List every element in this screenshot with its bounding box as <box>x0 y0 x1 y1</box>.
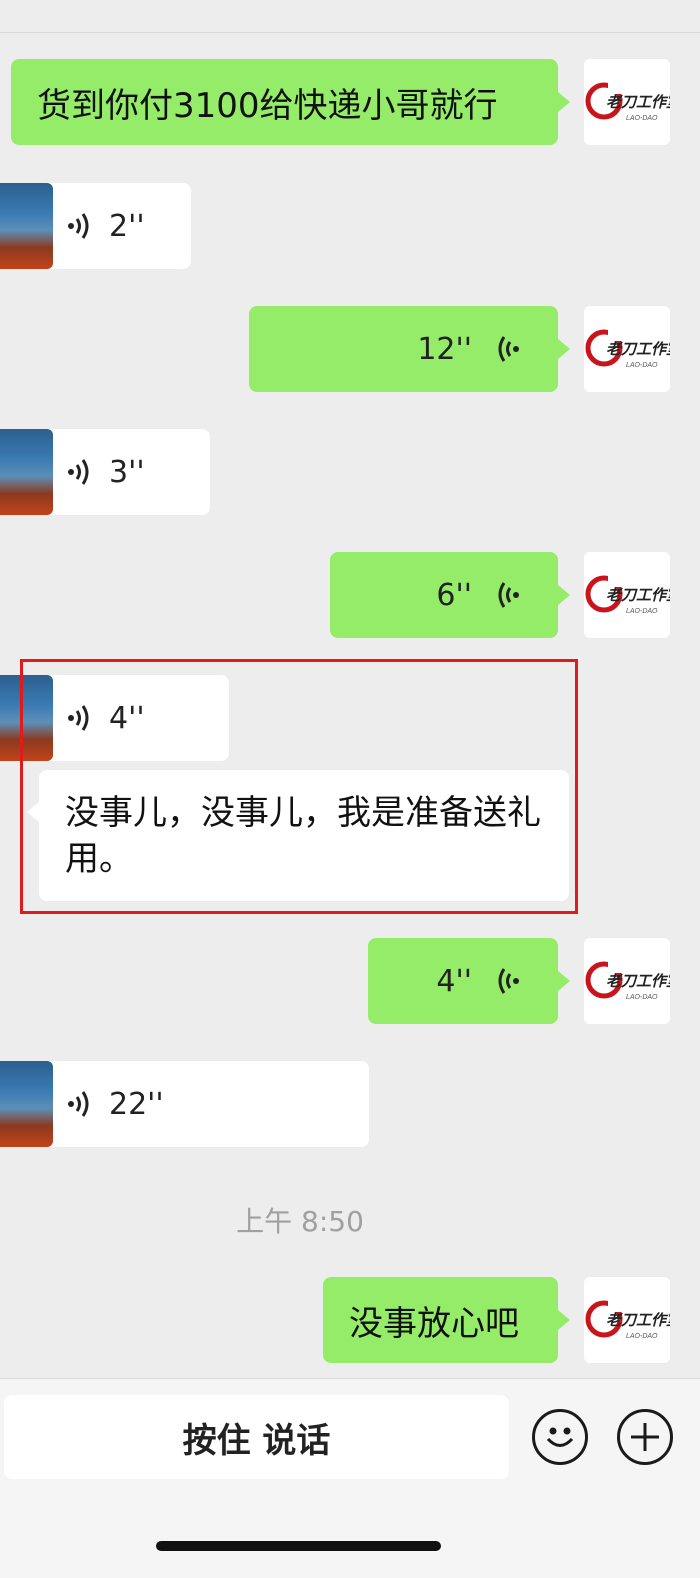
my-avatar[interactable] <box>584 552 670 638</box>
voice-duration: 3'' <box>109 454 145 490</box>
voice-message-received[interactable]: 22'' <box>0 1061 369 1147</box>
voice-wave-icon <box>498 335 521 363</box>
logo-icon <box>584 321 670 377</box>
message-text: 没事放心吧 <box>349 1303 519 1344</box>
voice-message-sent[interactable]: 6'' <box>330 552 570 638</box>
voice-wave-icon <box>498 967 521 995</box>
voice-duration: 6'' <box>436 577 472 613</box>
voice-duration: 4'' <box>436 963 472 999</box>
my-avatar[interactable] <box>584 306 670 392</box>
message-bubble-sent[interactable]: 没事放心吧 <box>323 1277 570 1363</box>
plus-icon <box>631 1423 659 1451</box>
voice-wave-icon <box>66 212 89 240</box>
emoji-icon <box>546 1427 574 1447</box>
contact-avatar[interactable] <box>0 429 53 515</box>
contact-avatar[interactable] <box>0 183 53 269</box>
voice-wave-icon <box>498 581 521 609</box>
voice-wave-icon <box>66 1090 89 1118</box>
voice-duration: 12'' <box>417 331 472 367</box>
voice-message-sent[interactable]: 4'' <box>368 938 570 1024</box>
hold-to-talk-button[interactable]: 按住 说话 <box>4 1395 509 1479</box>
home-indicator <box>156 1541 441 1551</box>
voice-message-received[interactable]: 3'' <box>0 429 210 515</box>
my-avatar[interactable] <box>584 59 670 145</box>
highlight-box <box>20 659 578 914</box>
voice-message-received[interactable]: 2'' <box>0 183 191 269</box>
logo-icon <box>584 1292 670 1348</box>
message-text: 货到你付3100给快递小哥就行 <box>37 85 498 126</box>
top-bar <box>0 0 700 33</box>
voice-message-sent[interactable]: 12'' <box>249 306 570 392</box>
voice-duration: 22'' <box>109 1086 164 1122</box>
logo-icon <box>584 567 670 623</box>
input-bar: 按住 说话 <box>0 1378 700 1578</box>
contact-avatar[interactable] <box>0 1061 53 1147</box>
voice-wave-icon <box>66 458 89 486</box>
timestamp: 上午 8:50 <box>236 1205 364 1238</box>
voice-duration: 2'' <box>109 208 145 244</box>
logo-icon <box>584 74 670 130</box>
message-bubble-sent[interactable]: 货到你付3100给快递小哥就行 <box>11 59 570 145</box>
plus-button[interactable] <box>617 1409 673 1465</box>
my-avatar[interactable] <box>584 938 670 1024</box>
emoji-button[interactable] <box>532 1409 588 1465</box>
logo-icon <box>584 953 670 1009</box>
my-avatar[interactable] <box>584 1277 670 1363</box>
